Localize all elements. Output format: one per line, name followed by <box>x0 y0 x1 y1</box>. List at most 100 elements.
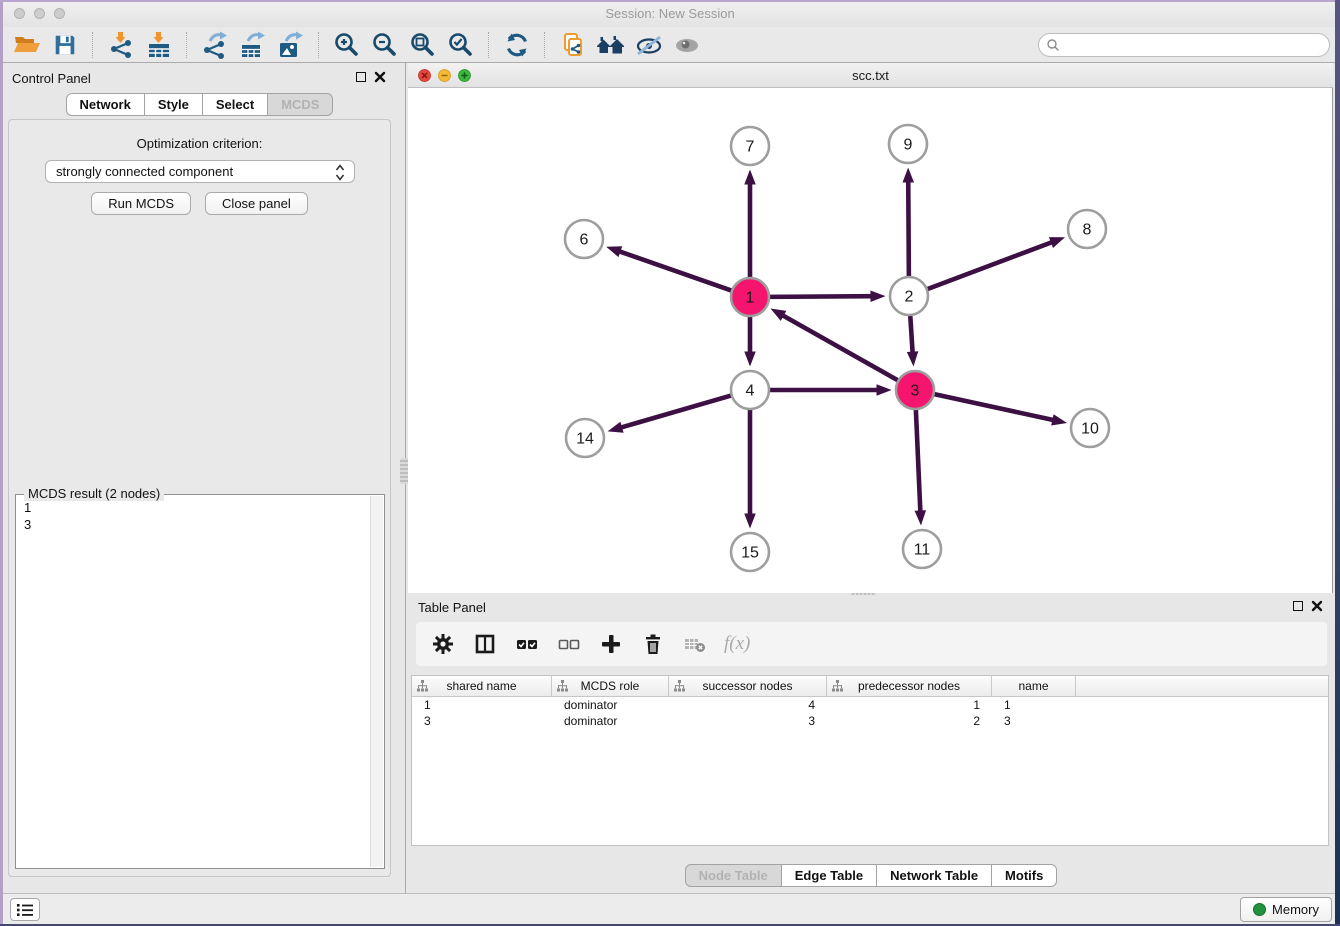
home-button[interactable] <box>592 30 630 60</box>
zoom-selected-button[interactable] <box>442 30 480 60</box>
graph-edge-3-11[interactable] <box>916 408 921 512</box>
graph-edge-2-9[interactable] <box>908 180 909 277</box>
graph-node-15[interactable]: 15 <box>731 533 769 571</box>
network-window-titlebar[interactable]: scc.txt <box>408 63 1333 88</box>
graph-node-label: 15 <box>741 545 759 562</box>
graph-edge-3-10[interactable] <box>933 394 1054 420</box>
graph-edge-4-14[interactable] <box>620 395 732 428</box>
graph-node-7[interactable]: 7 <box>731 127 769 165</box>
graph-node-6[interactable]: 6 <box>565 220 603 258</box>
tab-select[interactable]: Select <box>202 93 268 116</box>
table-tab-network-table[interactable]: Network Table <box>876 864 992 887</box>
table-tab-node-table[interactable]: Node Table <box>685 864 782 887</box>
table-cell: 3 <box>992 714 1076 728</box>
search-input[interactable] <box>1064 35 1329 55</box>
task-history-button[interactable] <box>10 898 40 921</box>
column-header-name[interactable]: name <box>992 676 1076 696</box>
tab-style[interactable]: Style <box>144 93 203 116</box>
graph-edge-1-6[interactable] <box>618 251 732 291</box>
refresh-icon <box>503 31 531 59</box>
duplicate-network-button[interactable] <box>554 30 592 60</box>
create-column-button[interactable] <box>598 631 624 657</box>
tab-mcds[interactable]: MCDS <box>267 93 333 116</box>
table-row[interactable]: 3dominator323 <box>412 713 1328 729</box>
mcds-result-line: 1 <box>24 499 376 516</box>
zoom-fit-button[interactable] <box>404 30 442 60</box>
export-image-button[interactable] <box>272 30 310 60</box>
import-table-button[interactable] <box>140 30 178 60</box>
trash-icon <box>642 633 664 655</box>
select-all-rows-button[interactable] <box>514 631 540 657</box>
zoom-fit-icon <box>409 31 437 59</box>
table-tab-edge-table[interactable]: Edge Table <box>781 864 877 887</box>
graph-node-4[interactable]: 4 <box>731 371 769 409</box>
network-view-window: scc.txt 7 9 6 8 1 2 4 3 14 10 15 11 <box>408 63 1333 593</box>
table-panel-title: Table Panel <box>418 600 486 615</box>
column-header-MCDS-role[interactable]: MCDS role <box>552 676 669 696</box>
apply-layout-button[interactable] <box>498 30 536 60</box>
float-table-panel-icon[interactable] <box>1293 601 1303 611</box>
eye-slash-icon <box>634 31 664 59</box>
graph-node-2[interactable]: 2 <box>890 277 928 315</box>
zoom-in-button[interactable] <box>328 30 366 60</box>
graph-edge-1-2[interactable] <box>768 296 872 297</box>
desktop-edge <box>0 0 1340 2</box>
dropdown-stepper-icon <box>335 164 345 181</box>
checked-boxes-icon <box>515 633 539 655</box>
graph-node-label: 2 <box>905 289 914 306</box>
column-header-shared-name[interactable]: shared name <box>412 676 552 696</box>
mcds-result-scrollbar[interactable] <box>370 496 383 867</box>
graph-edge-arrowhead <box>744 514 756 529</box>
graph-node-10[interactable]: 10 <box>1071 409 1109 447</box>
close-table-panel-icon[interactable] <box>1311 600 1323 612</box>
export-image-icon <box>277 31 305 59</box>
deselect-all-rows-button[interactable] <box>556 631 582 657</box>
float-panel-icon[interactable] <box>356 72 366 82</box>
graph-edge-2-3[interactable] <box>910 314 912 353</box>
export-network-button[interactable] <box>196 30 234 60</box>
graph-node-9[interactable]: 9 <box>889 125 927 163</box>
graph-node-3[interactable]: 3 <box>896 371 934 409</box>
save-session-button[interactable] <box>46 30 84 60</box>
mcds-tab-content: Optimization criterion: strongly connect… <box>8 119 391 877</box>
tab-network[interactable]: Network <box>66 93 145 116</box>
control-panel: Control Panel NetworkStyleSelectMCDS Opt… <box>0 63 400 893</box>
graph-node-1[interactable]: 1 <box>731 278 769 316</box>
table-tab-motifs[interactable]: Motifs <box>991 864 1057 887</box>
table-row[interactable]: 1dominator411 <box>412 697 1328 713</box>
search-field[interactable] <box>1038 33 1330 57</box>
function-builder-button-disabled: f(x) <box>724 631 750 657</box>
zoom-out-icon <box>371 31 399 59</box>
graph-edge-2-8[interactable] <box>926 242 1053 290</box>
export-table-button[interactable] <box>234 30 272 60</box>
show-all-button[interactable] <box>668 30 706 60</box>
column-header-predecessor-nodes[interactable]: predecessor nodes <box>827 676 992 696</box>
graph-node-11[interactable]: 11 <box>903 530 941 568</box>
show-columns-button[interactable] <box>472 631 498 657</box>
network-canvas[interactable]: 7 9 6 8 1 2 4 3 14 10 15 11 <box>408 88 1333 593</box>
import-network-button[interactable] <box>102 30 140 60</box>
open-session-button[interactable] <box>8 30 46 60</box>
graph-edge-3-1[interactable] <box>782 315 899 381</box>
column-sort-icon <box>674 680 685 692</box>
close-panel-icon[interactable] <box>374 71 386 83</box>
zoom-out-button[interactable] <box>366 30 404 60</box>
mcds-result-box: MCDS result (2 nodes) 13 <box>15 494 385 869</box>
memory-button[interactable]: Memory <box>1240 897 1332 922</box>
graph-node-8[interactable]: 8 <box>1068 210 1106 248</box>
run-mcds-button[interactable]: Run MCDS <box>91 192 191 215</box>
control-panel-tabs: NetworkStyleSelectMCDS <box>0 93 400 116</box>
delete-column-button[interactable] <box>640 631 666 657</box>
graph-edge-arrowhead <box>907 351 918 366</box>
plus-icon <box>600 633 622 655</box>
table-settings-button[interactable] <box>430 631 456 657</box>
graph-edge-arrowhead <box>606 246 622 257</box>
graph-edge-arrowhead <box>1049 237 1065 248</box>
graph-edge-arrowhead <box>744 170 756 185</box>
column-header-successor-nodes[interactable]: successor nodes <box>669 676 827 696</box>
hide-selected-button[interactable] <box>630 30 668 60</box>
graph-node-14[interactable]: 14 <box>566 419 604 457</box>
close-panel-button[interactable]: Close panel <box>205 192 308 215</box>
table-header-row: shared name MCDS role successor nodes pr… <box>412 676 1328 697</box>
criterion-dropdown[interactable]: strongly connected component <box>45 160 355 183</box>
